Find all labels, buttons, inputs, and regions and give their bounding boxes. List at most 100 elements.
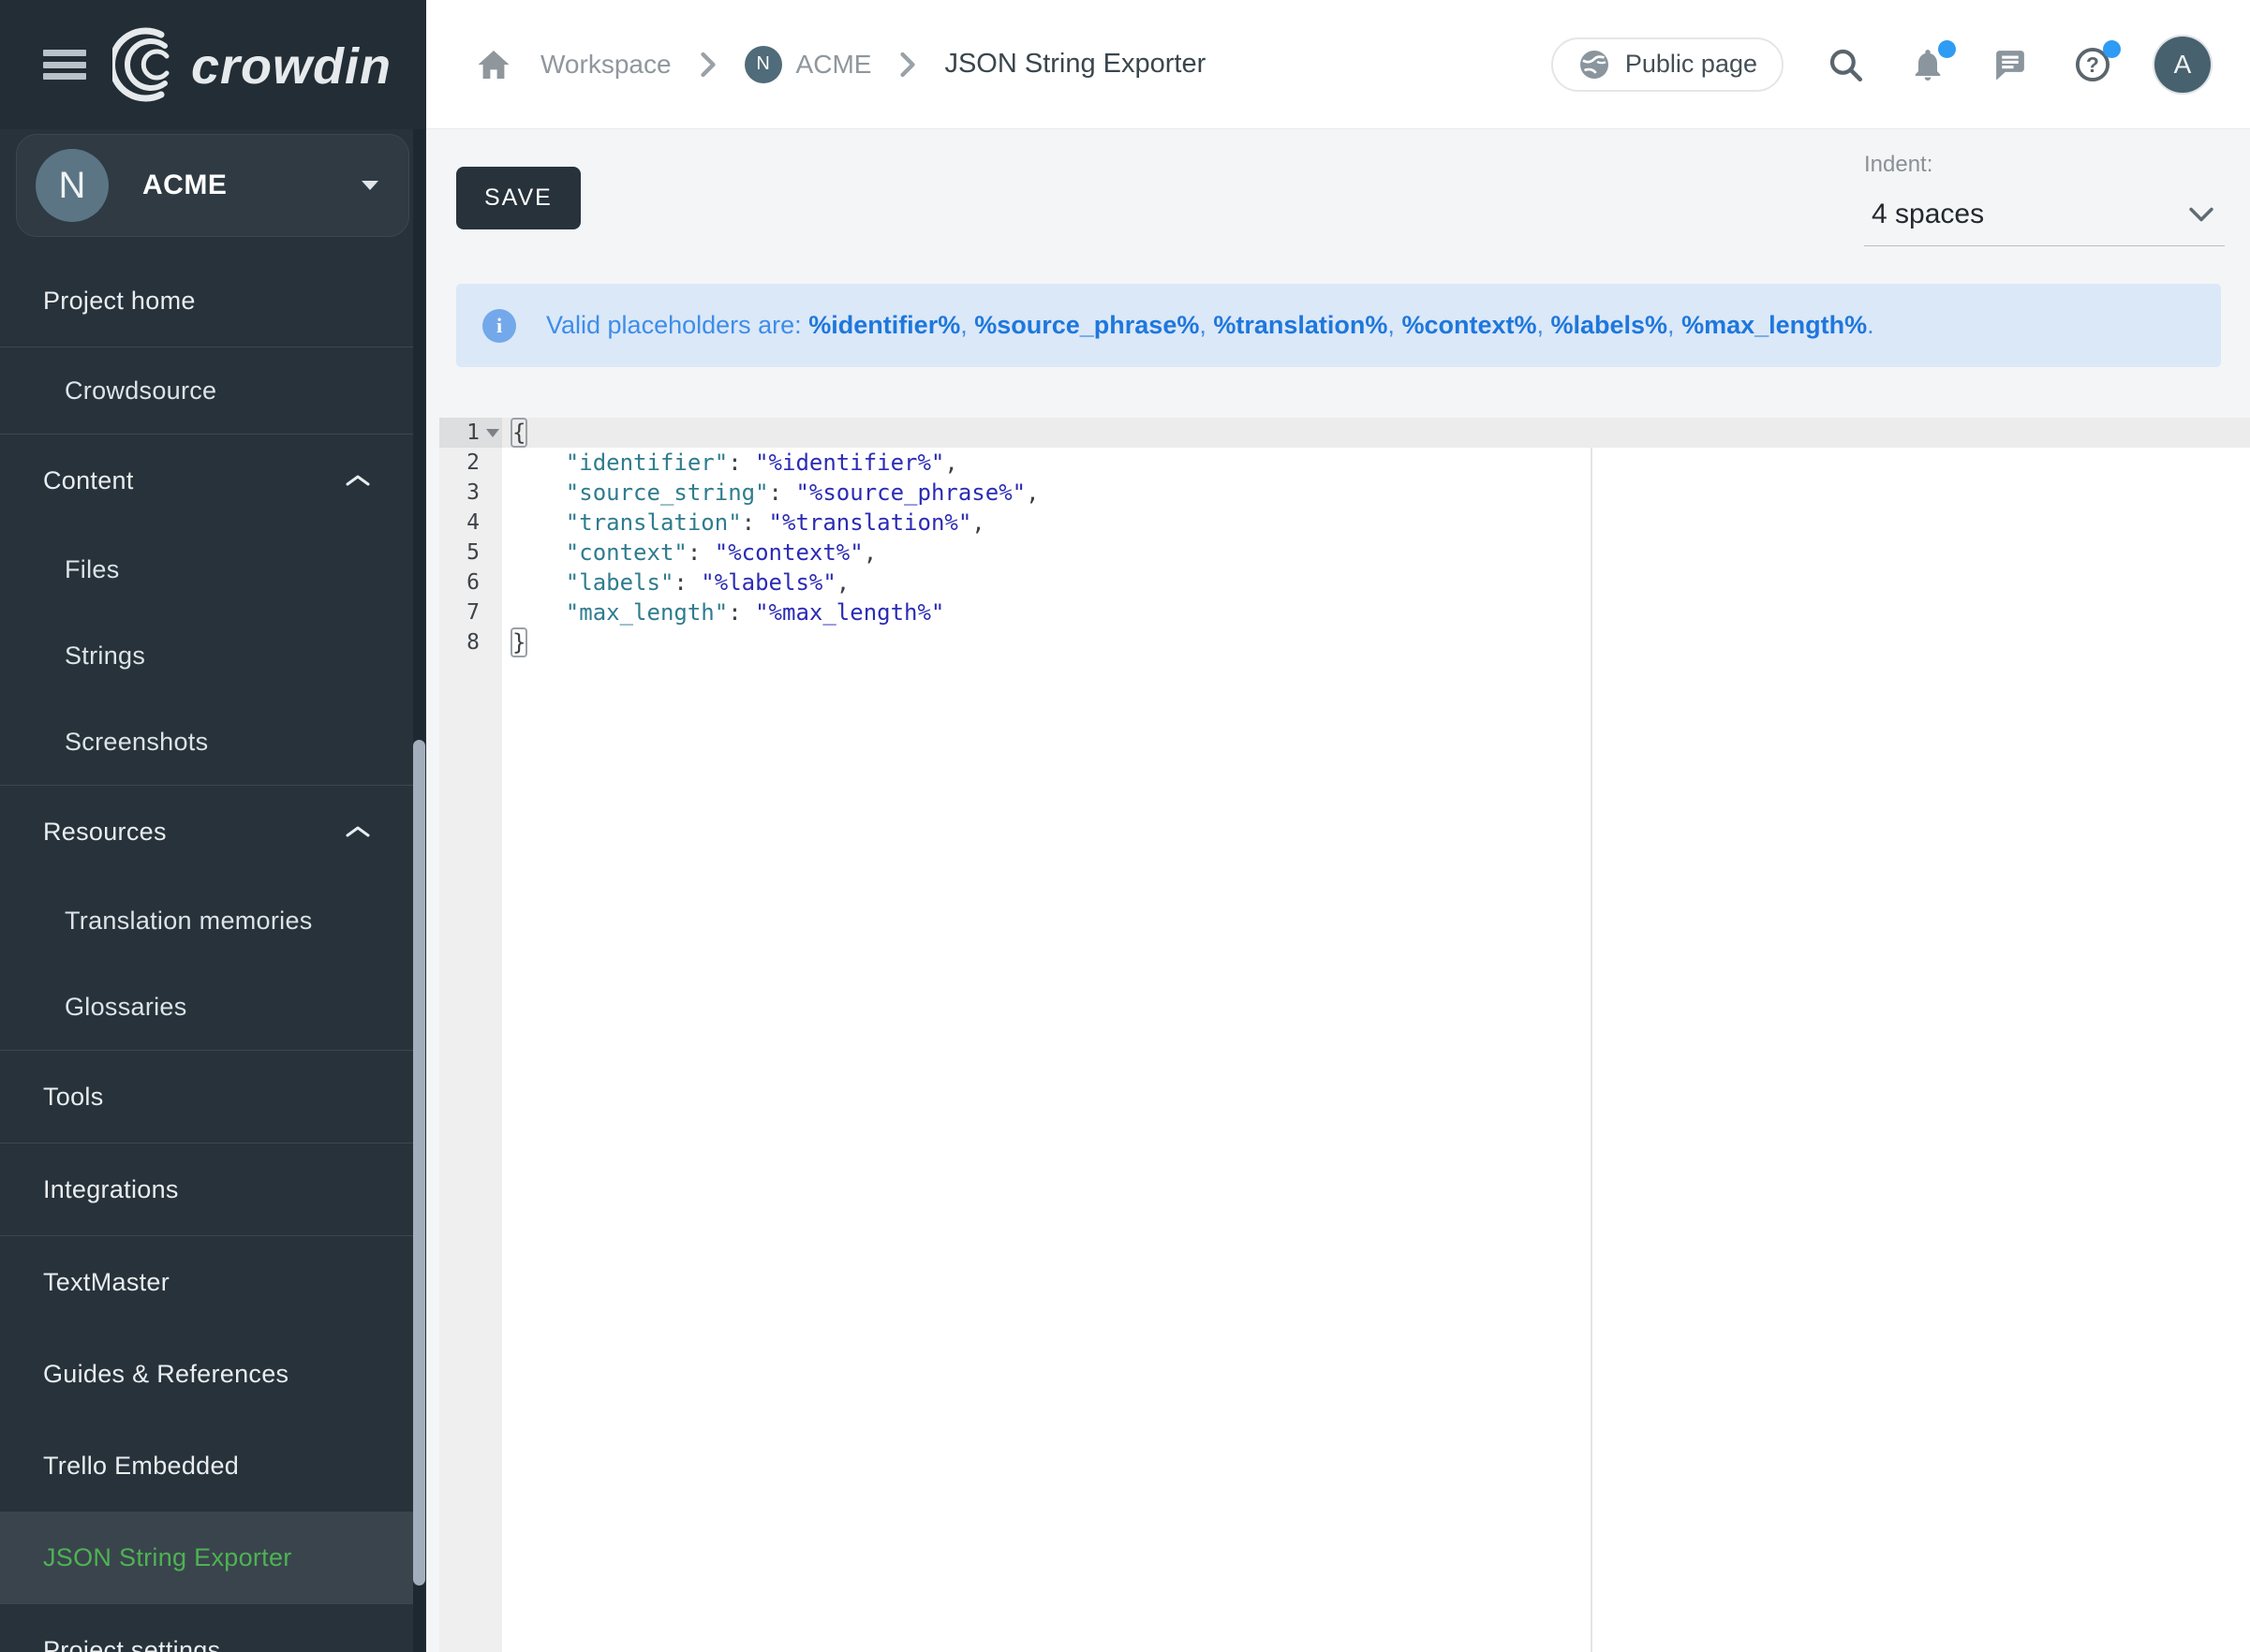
punct-token: , — [944, 450, 957, 476]
breadcrumb-workspace[interactable]: Workspace — [540, 50, 672, 80]
json-key-token: "labels" — [566, 569, 674, 596]
sidebar-item-label: Glossaries — [65, 993, 187, 1022]
sidebar-item-guides-references[interactable]: Guides & References — [0, 1328, 413, 1420]
bracket-token: } — [511, 627, 527, 657]
sidebar-item-project-settings[interactable]: Project settings — [0, 1604, 413, 1652]
punct-token — [511, 509, 566, 536]
crowdin-app: crowdin N ACME Project home Crowdsource Co… — [0, 0, 2250, 1652]
home-icon[interactable] — [473, 44, 514, 85]
code-line-4: "translation": "%translation%", — [502, 508, 2250, 538]
svg-text:crowdin: crowdin — [191, 38, 392, 95]
breadcrumb-project[interactable]: N ACME — [745, 46, 872, 83]
globe-icon — [1577, 48, 1611, 81]
json-key-token: "translation" — [566, 509, 742, 536]
punct-token: , — [1026, 479, 1039, 506]
json-value-token: "%context%" — [715, 539, 864, 566]
sidebar-item-screenshots[interactable]: Screenshots — [0, 699, 413, 785]
sidebar-item-label: Trello Embedded — [43, 1452, 239, 1481]
editor-code-area[interactable]: { "identifier": "%identifier%", "source_… — [502, 418, 2250, 657]
info-banner: i Valid placeholders are: %identifier%, … — [456, 284, 2221, 367]
chevron-down-icon — [2187, 205, 2215, 224]
punct-token: : — [728, 599, 755, 626]
project-avatar: N — [36, 149, 109, 222]
editor-gutter: 12345678 — [439, 418, 502, 1652]
crowdin-logo[interactable]: crowdin — [112, 25, 393, 104]
gutter-line-number: 1 — [439, 418, 502, 448]
sidebar-item-label: Project home — [43, 287, 196, 316]
sidebar-item-tools[interactable]: Tools — [0, 1051, 413, 1143]
sidebar-item-json-string-exporter[interactable]: JSON String Exporter — [0, 1512, 413, 1603]
code-line-5: "context": "%context%", — [502, 538, 2250, 568]
json-key-token: "context" — [566, 539, 688, 566]
sidebar-item-label: Screenshots — [65, 728, 208, 757]
sidebar-item-glossaries[interactable]: Glossaries — [0, 964, 413, 1050]
punct-token: : — [769, 479, 796, 506]
code-editor[interactable]: 12345678 { "identifier": "%identifier%",… — [439, 418, 2250, 1652]
code-line-3: "source_string": "%source_phrase%", — [502, 478, 2250, 508]
sidebar-item-translation-memories[interactable]: Translation memories — [0, 878, 413, 964]
hamburger-menu-icon[interactable] — [43, 45, 86, 84]
sidebar-item-crowdsource[interactable]: Crowdsource — [0, 347, 413, 434]
user-avatar[interactable]: A — [2154, 37, 2211, 93]
chevron-up-icon — [344, 823, 372, 840]
json-key-token: "source_string" — [566, 479, 769, 506]
punct-token: , — [864, 539, 877, 566]
chevron-right-icon — [897, 51, 918, 79]
sidebar-item-textmaster[interactable]: TextMaster — [0, 1236, 413, 1328]
sidebar-header: crowdin — [0, 0, 426, 129]
svg-text:?: ? — [2086, 52, 2099, 77]
sidebar-item-resources[interactable]: Resources — [0, 786, 413, 878]
gutter-line-number: 8 — [439, 627, 502, 657]
punct-token — [511, 479, 566, 506]
indent-select[interactable]: 4 spaces — [1864, 193, 2225, 246]
indent-selected-value: 4 spaces — [1872, 199, 1984, 230]
placeholder-token: %context% — [1401, 311, 1536, 339]
sidebar-item-label: Tools — [43, 1083, 104, 1112]
sidebar-item-label: Project settings — [43, 1636, 220, 1652]
code-line-7: "max_length": "%max_length%" — [502, 597, 2250, 627]
sidebar-item-trello-embedded[interactable]: Trello Embedded — [0, 1420, 413, 1512]
breadcrumb-project-label: ACME — [796, 50, 872, 80]
indent-label: Indent: — [1864, 152, 2225, 178]
punct-token: : — [728, 450, 755, 476]
json-key-token: "max_length" — [566, 599, 728, 626]
sidebar-item-project-home[interactable]: Project home — [0, 255, 413, 347]
code-line-8: } — [502, 627, 2250, 657]
help-icon[interactable]: ? — [2072, 44, 2113, 85]
punct-token — [511, 539, 566, 566]
gutter-line-number: 6 — [439, 568, 502, 597]
placeholder-token: %source_phrase% — [974, 311, 1199, 339]
punct-token — [511, 599, 566, 626]
sidebar-item-content[interactable]: Content — [0, 435, 413, 526]
messages-icon[interactable] — [1990, 44, 2031, 85]
search-icon[interactable] — [1825, 44, 1866, 85]
fold-toggle-icon[interactable] — [486, 429, 499, 437]
sidebar-item-label: Files — [65, 555, 120, 584]
sidebar-item-label: Guides & References — [43, 1360, 289, 1389]
chevron-right-icon — [698, 51, 718, 79]
gutter-line-number: 7 — [439, 597, 502, 627]
sidebar-item-label: Translation memories — [65, 907, 313, 936]
json-value-token: "%source_phrase%" — [795, 479, 1026, 506]
caret-down-icon — [362, 181, 378, 190]
punct-token: , — [971, 509, 984, 536]
punct-token: : — [674, 569, 701, 596]
notifications-bell-icon[interactable] — [1907, 44, 1948, 85]
notification-dot — [1938, 40, 1956, 58]
sidebar-item-label: Resources — [43, 818, 167, 847]
sidebar-scrollbar-thumb[interactable] — [413, 740, 425, 1586]
sidebar-item-label: Crowdsource — [65, 376, 216, 406]
json-value-token: "%max_length%" — [755, 599, 944, 626]
sidebar-item-files[interactable]: Files — [0, 526, 413, 612]
project-name: ACME — [142, 170, 362, 201]
project-selector[interactable]: N ACME — [16, 134, 409, 237]
sidebar-item-integrations[interactable]: Integrations — [0, 1143, 413, 1235]
gutter-line-number: 2 — [439, 448, 502, 478]
json-value-token: "%translation%" — [769, 509, 972, 536]
public-page-button[interactable]: Public page — [1551, 37, 1784, 92]
punct-token: : — [742, 509, 769, 536]
sidebar-item-strings[interactable]: Strings — [0, 612, 413, 699]
punct-token — [511, 450, 566, 476]
save-button[interactable]: SAVE — [456, 167, 581, 229]
code-line-2: "identifier": "%identifier%", — [502, 448, 2250, 478]
